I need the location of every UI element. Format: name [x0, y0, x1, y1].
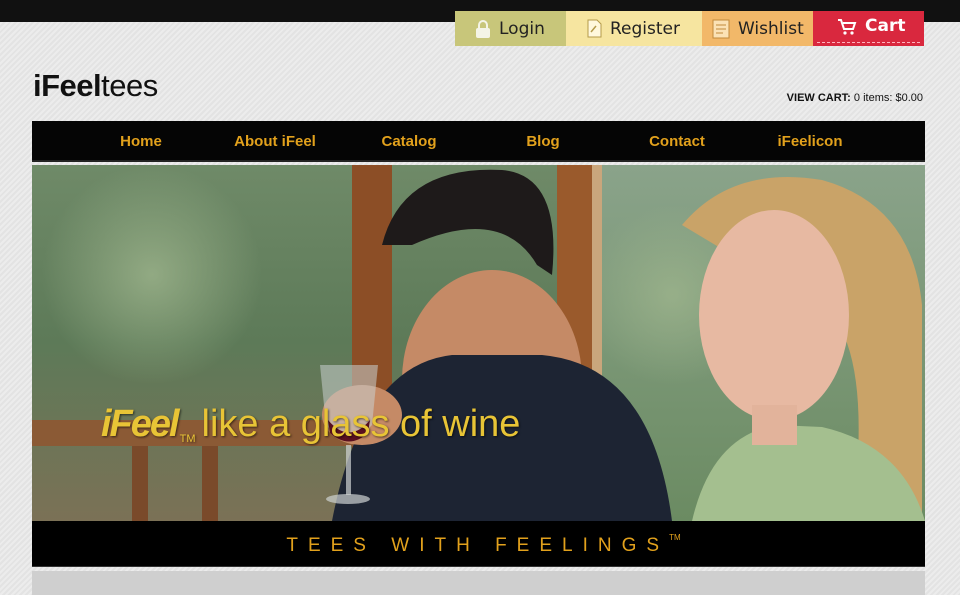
- wishlist-button[interactable]: Wishlist: [702, 11, 813, 46]
- strip-tm: TM: [669, 533, 681, 542]
- tagline-brand: iFeel: [101, 403, 180, 445]
- lock-icon: [475, 19, 491, 39]
- tees-with-feelings-strip: TEES WITH FEELINGSTM: [32, 521, 925, 567]
- nav-home[interactable]: Home: [120, 133, 162, 150]
- wishlist-list-icon: [712, 19, 730, 39]
- nav-blog[interactable]: Blog: [526, 133, 559, 150]
- hero-photo-image: [32, 165, 925, 521]
- nav-ifeelicon[interactable]: iFeelicon: [777, 133, 842, 150]
- nav-contact[interactable]: Contact: [649, 133, 705, 150]
- login-label: Login: [499, 18, 545, 39]
- register-button[interactable]: Register: [566, 11, 702, 46]
- strip-text: TEES WITH FEELINGS: [286, 535, 670, 556]
- cart-label: Cart: [865, 15, 906, 36]
- register-document-icon: [586, 19, 602, 38]
- cart-button[interactable]: Cart: [813, 11, 924, 46]
- content-area: [32, 571, 925, 595]
- wishlist-label: Wishlist: [738, 18, 804, 39]
- cart-summary-value: 0 items: $0.00: [853, 92, 923, 104]
- logo-light-text: tees: [101, 68, 158, 103]
- user-nav: Login Register Wishlist Cart: [455, 11, 924, 46]
- cart-icon: [837, 18, 857, 38]
- nav-catalog[interactable]: Catalog: [381, 133, 436, 150]
- main-nav: Home About iFeel Catalog Blog Contact iF…: [32, 121, 925, 162]
- site-logo[interactable]: iFeeltees: [33, 68, 158, 104]
- view-cart-label: VIEW CART:: [786, 92, 851, 104]
- logo-bold-text: iFeel: [33, 68, 102, 103]
- tagline-tm: TM: [179, 433, 196, 445]
- hero-tagline: iFeel TM like a glass of wine: [101, 403, 520, 446]
- tagline-text: like a glass of wine: [201, 403, 521, 445]
- view-cart-summary[interactable]: VIEW CART: 0 items: $0.00: [787, 92, 923, 104]
- nav-about[interactable]: About iFeel: [234, 133, 316, 150]
- login-button[interactable]: Login: [455, 11, 566, 46]
- register-label: Register: [610, 18, 680, 39]
- hero-banner[interactable]: [32, 165, 925, 521]
- strip-text-wrapper: TEES WITH FEELINGSTM: [32, 533, 925, 557]
